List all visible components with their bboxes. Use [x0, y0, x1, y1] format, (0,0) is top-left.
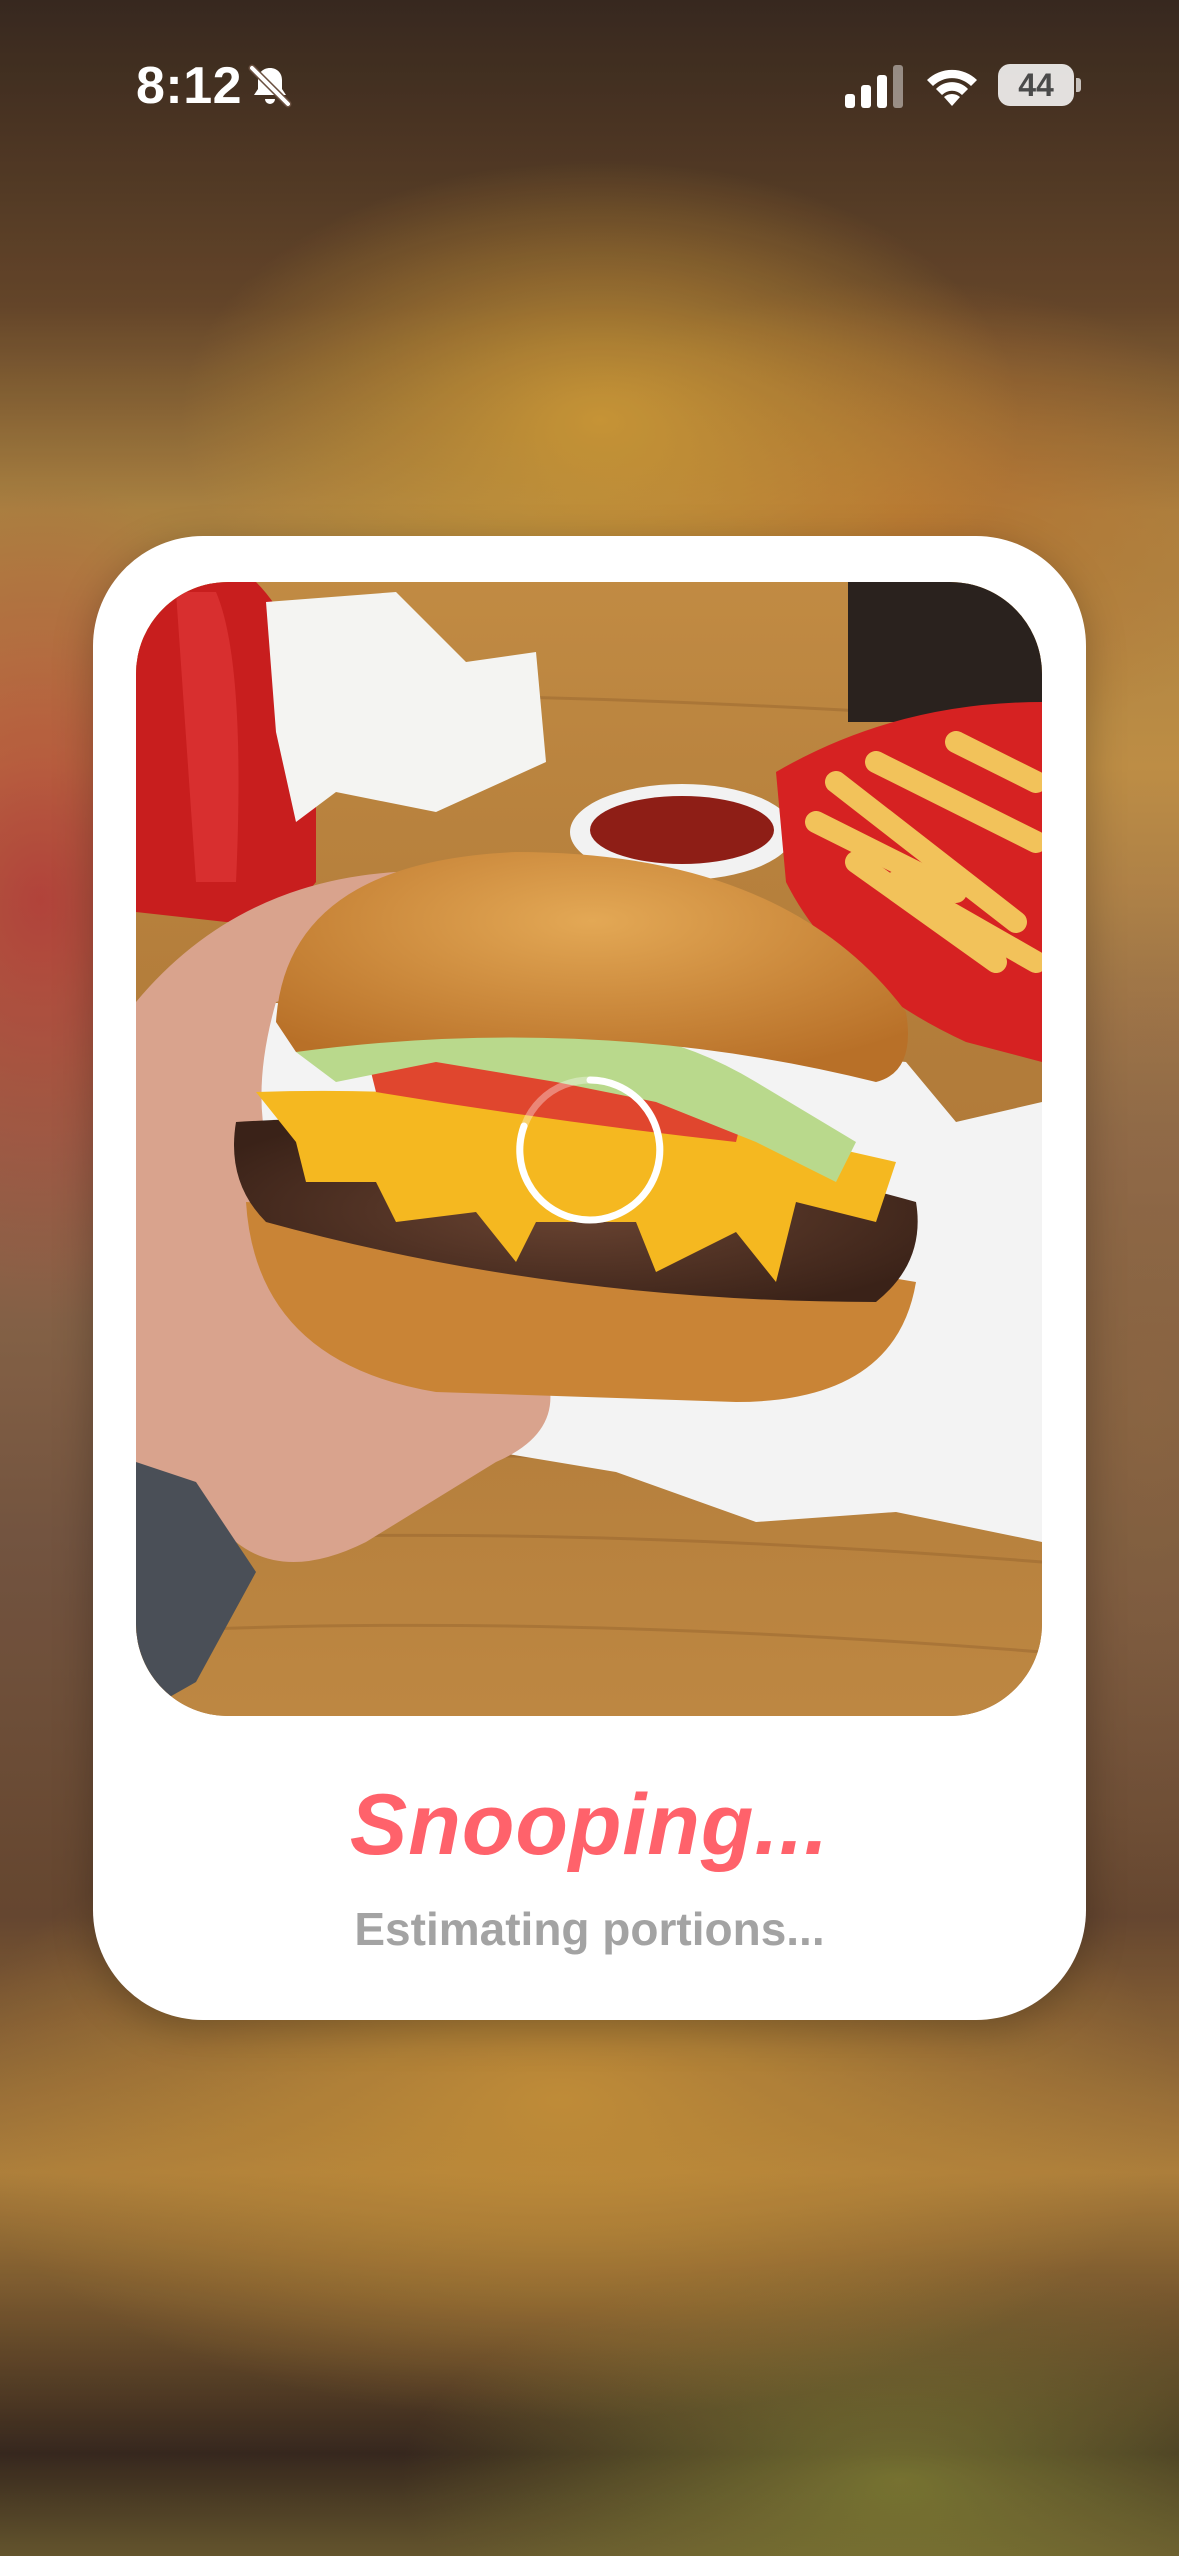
status-time: 8:12: [136, 57, 243, 115]
bell-slash-icon: [248, 64, 292, 108]
loading-subtitle: Estimating portions...: [354, 1903, 825, 1955]
battery-cap: [1076, 78, 1081, 92]
status-bar: 8:12 44: [0, 0, 1179, 160]
wifi-icon: [927, 69, 977, 106]
cellular-signal-icon: [845, 65, 903, 108]
loading-title: Snooping...: [349, 1777, 830, 1873]
loading-spinner-icon: [516, 1076, 664, 1224]
battery-level: 44: [1018, 67, 1054, 103]
